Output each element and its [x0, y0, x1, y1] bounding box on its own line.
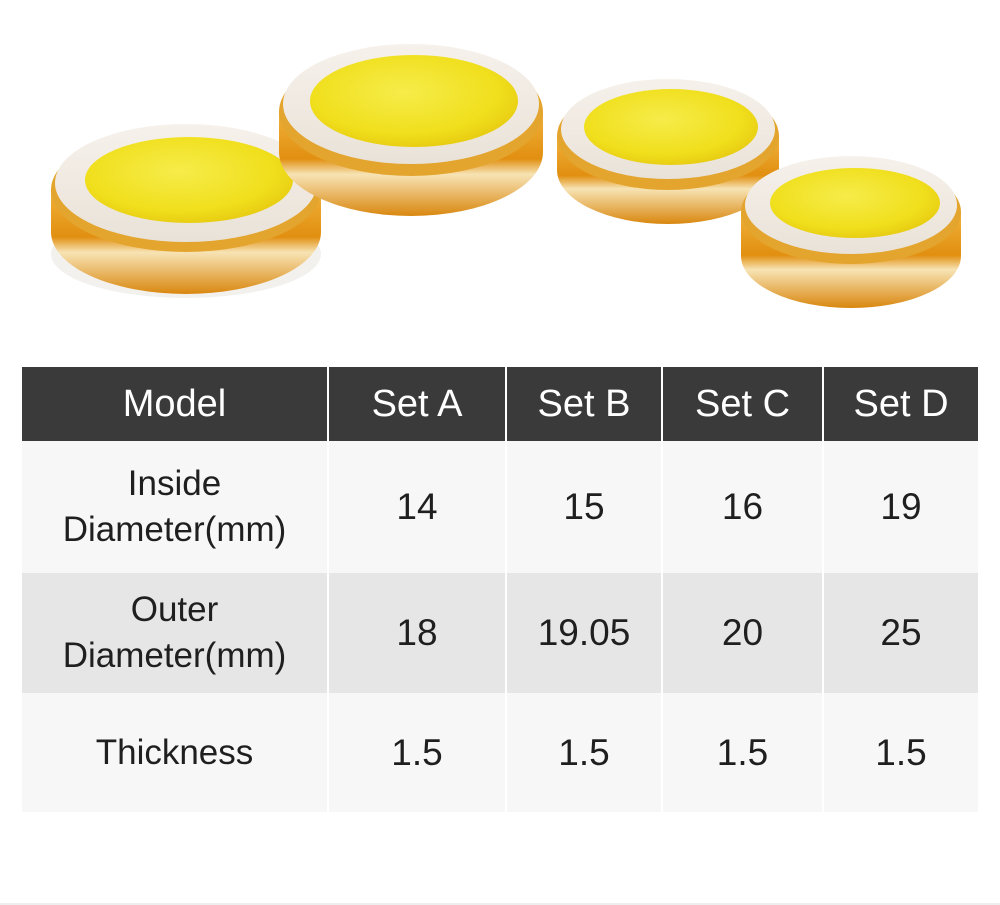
row-label-line1: Inside: [127, 464, 222, 503]
row-label: Outer Diameter(mm): [22, 573, 328, 693]
row-label: Thickness: [22, 693, 328, 812]
table-cell: 19: [822, 441, 978, 573]
header-set-b: Set B: [505, 367, 662, 441]
table-cell: 19.05: [505, 573, 662, 693]
table-header-row: Model Set A Set B Set C Set D: [22, 367, 978, 441]
table-cell: 18: [327, 573, 506, 693]
row-label-line2: Diameter(mm): [62, 510, 287, 549]
spec-table: Model Set A Set B Set C Set D Inside Dia…: [22, 367, 978, 812]
table-cell: 16: [661, 441, 823, 573]
row-label-line1: Thickness: [95, 732, 254, 772]
table-row: Outer Diameter(mm) 18 19.05 20 25: [22, 573, 978, 693]
lens-2-icon: [279, 44, 543, 216]
table-row: Inside Diameter(mm) 14 15 16 19: [22, 441, 978, 573]
table-row: Thickness 1.5 1.5 1.5 1.5: [22, 693, 978, 812]
table-cell: 25: [822, 573, 978, 693]
table-cell: 15: [505, 441, 662, 573]
header-model: Model: [22, 367, 328, 441]
table-cell: 1.5: [822, 693, 978, 812]
table-cell: 1.5: [505, 693, 662, 812]
header-set-c: Set C: [661, 367, 823, 441]
header-set-a: Set A: [327, 367, 506, 441]
row-label-line1: Outer: [130, 590, 219, 629]
table-cell: 1.5: [661, 693, 823, 812]
lens-4-icon: [741, 156, 961, 308]
table-cell: 1.5: [327, 693, 506, 812]
table-cell: 14: [327, 441, 506, 573]
row-label-line2: Diameter(mm): [62, 636, 287, 675]
header-set-d: Set D: [822, 367, 978, 441]
table-cell: 20: [661, 573, 823, 693]
row-label: Inside Diameter(mm): [22, 441, 328, 573]
product-photo: [51, 44, 961, 308]
